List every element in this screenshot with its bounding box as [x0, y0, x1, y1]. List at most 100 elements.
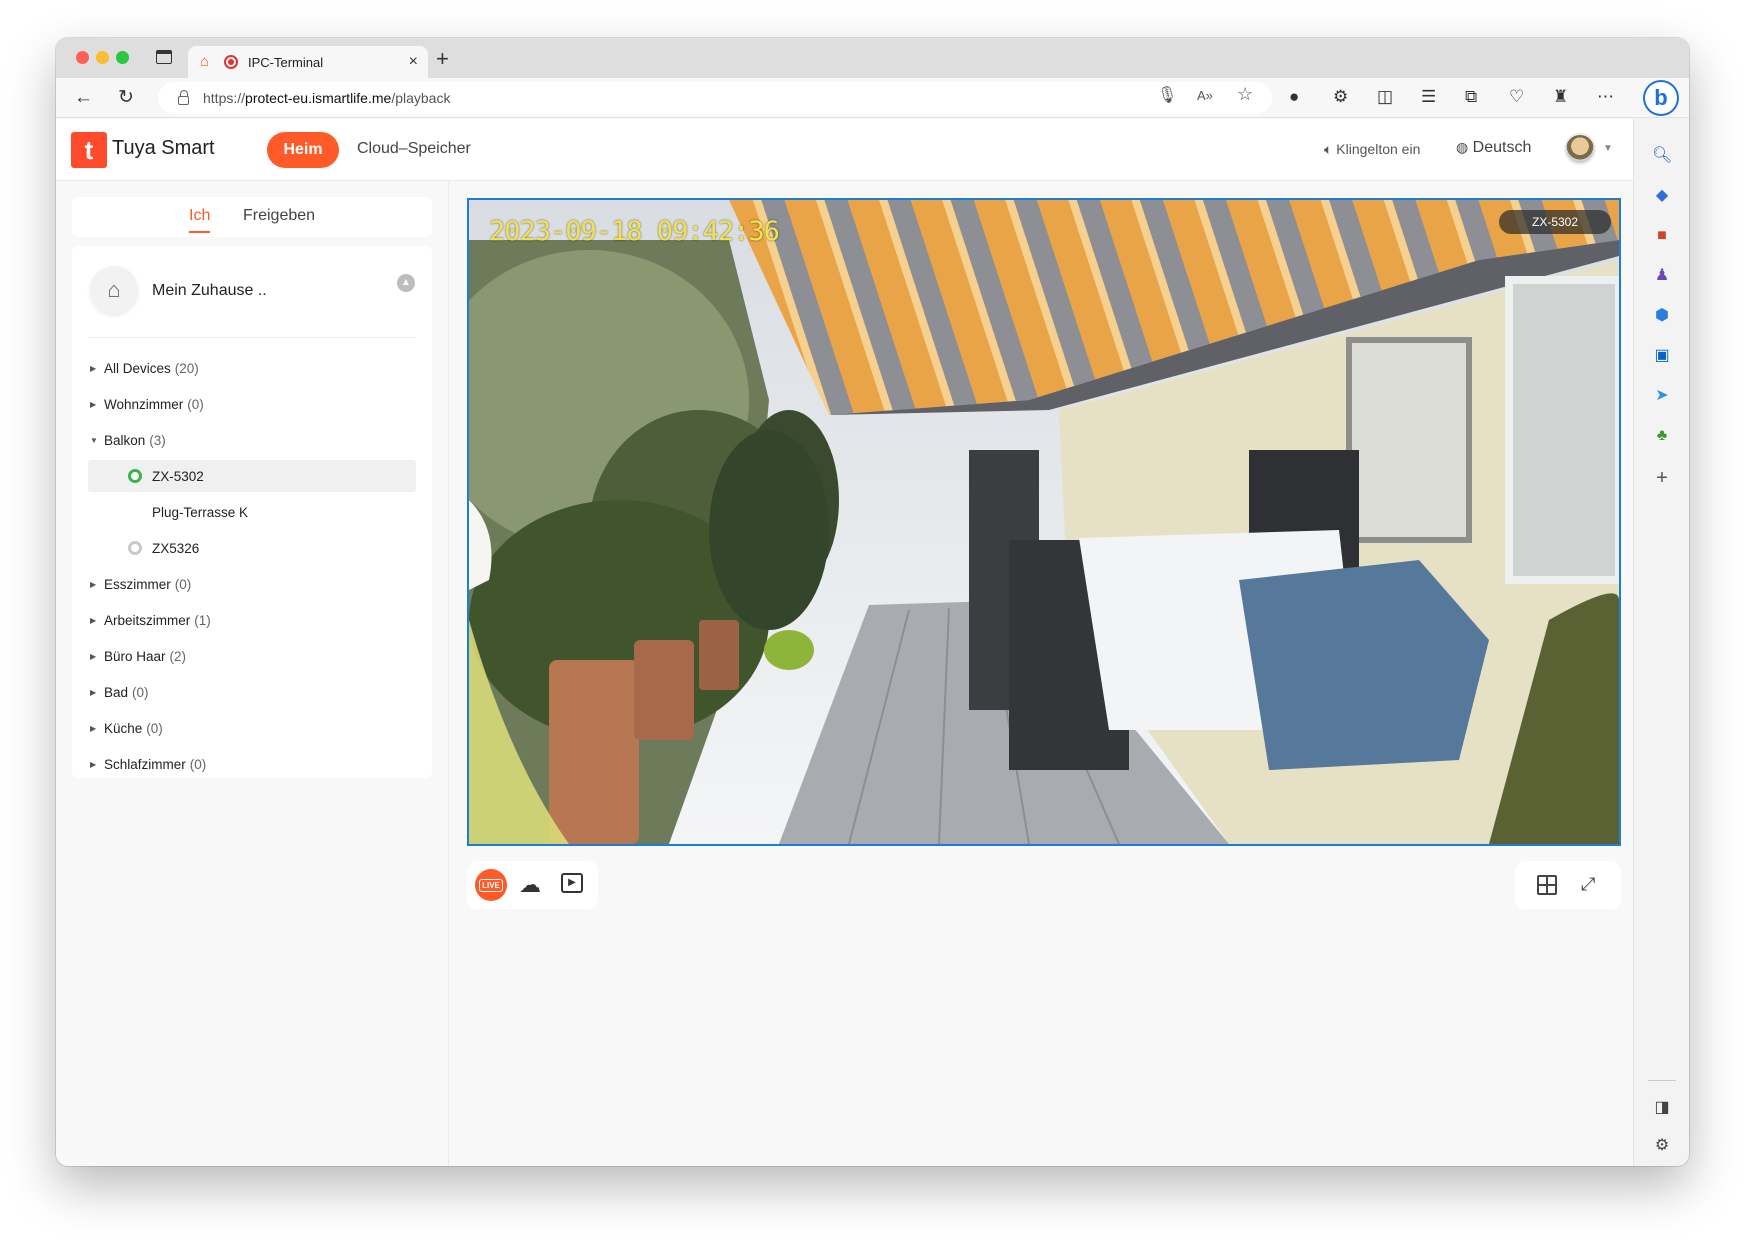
microphone-icon[interactable]: 🎙 [1157, 85, 1177, 105]
cloud-playback-icon[interactable]: ☁ [519, 871, 541, 899]
room-count: (3) [149, 432, 166, 448]
favorite-star-icon[interactable]: ☆ [1237, 84, 1253, 105]
room-label: Wohnzimmer [104, 396, 184, 412]
caret-down-icon: ▼ [90, 435, 98, 445]
reload-icon[interactable]: ↻ [118, 86, 134, 110]
room-schlafzimmer[interactable]: ▶ Schlafzimmer (0) [88, 748, 416, 780]
device-zx5326[interactable]: ZX5326 [88, 532, 416, 564]
caret-right-icon: ▶ [90, 651, 97, 661]
speaker-icon: 🔈︎ [1324, 141, 1333, 157]
url-path: /playback [391, 90, 451, 106]
read-aloud-icon[interactable]: A» [1197, 88, 1213, 103]
caret-right-icon: ▶ [90, 687, 97, 697]
zoom-window-button[interactable] [116, 51, 129, 64]
send-icon[interactable]: ➤ [1652, 386, 1672, 406]
tools-briefcase-icon[interactable]: ■ [1652, 226, 1672, 246]
profile-extension-icon[interactable]: ♜ [1553, 87, 1568, 107]
back-arrow-icon[interactable]: ← [74, 86, 93, 110]
lock-icon [178, 89, 189, 105]
live-button[interactable]: LIVE [475, 869, 507, 901]
grid-layout-icon[interactable] [1537, 875, 1557, 895]
extensions-icon[interactable]: ⚙ [1333, 87, 1348, 107]
tab-strip: ⌂ IPC-Terminal × + [56, 38, 1689, 78]
room-count: (0) [132, 684, 149, 700]
caret-right-icon: ▶ [90, 579, 97, 589]
room-count: (1) [194, 612, 211, 628]
globe-icon: ◍ [1456, 139, 1469, 155]
sidebar-toggle-icon[interactable]: ◨ [1652, 1098, 1672, 1118]
room-bad[interactable]: ▶ Bad (0) [88, 676, 416, 708]
room-count: (2) [169, 648, 187, 664]
collapse-up-icon[interactable]: ▲ [397, 274, 415, 292]
shopping-tag-icon[interactable]: ◆ [1652, 186, 1672, 206]
panel-divider [448, 181, 449, 1166]
room-buero-haar[interactable]: ▶ Büro Haar (2) [88, 640, 416, 672]
room-label: All Devices [104, 360, 171, 376]
language-selector[interactable]: ◍ Deutsch [1456, 139, 1531, 157]
tuya-logo-icon: t [71, 132, 107, 168]
room-label: Schlafzimmer [104, 756, 186, 772]
tab-me[interactable]: Ich [189, 207, 211, 233]
browser-window: ⌂ IPC-Terminal × + ← ↻ https://protect-e… [56, 38, 1689, 1166]
home-name[interactable]: Mein Zuhause .. [152, 282, 267, 300]
room-all-devices[interactable]: ▶ All Devices (20) [88, 352, 416, 384]
room-balkon[interactable]: ▼ Balkon (3) [88, 424, 416, 456]
url-host: protect-eu.ismartlife.me [245, 90, 392, 106]
device-label: Plug-Terrasse K [152, 504, 249, 520]
room-kueche[interactable]: ▶ Küche (0) [88, 712, 416, 744]
performance-icon[interactable]: ♡ [1509, 87, 1524, 107]
room-count: (0) [189, 756, 207, 772]
device-plug-terrasse[interactable]: Plug-Terrasse K [88, 496, 416, 528]
nav-home-button[interactable]: Heim [267, 132, 339, 168]
camera-frame-image [469, 200, 1619, 844]
bing-copilot-icon[interactable]: b [1645, 82, 1677, 114]
settings-gear-icon[interactable]: ⚙ [1652, 1136, 1672, 1156]
device-zx-5302[interactable]: ZX-5302 [88, 460, 416, 492]
collections-icon[interactable]: ⧉ [1465, 87, 1477, 107]
tree-icon[interactable]: ♣ [1652, 426, 1672, 446]
chevron-down-icon[interactable]: ▼ [1603, 143, 1613, 154]
room-label: Büro Haar [104, 648, 166, 664]
add-icon[interactable]: + [1652, 468, 1672, 488]
room-wohnzimmer[interactable]: ▶ Wohnzimmer (0) [88, 388, 416, 420]
search-icon[interactable]: 🔍︎ [1652, 146, 1672, 166]
active-tab[interactable]: ⌂ IPC-Terminal × [188, 46, 428, 78]
more-menu-icon[interactable]: ⋯ [1597, 87, 1614, 107]
home-favicon-icon: ⌂ [200, 53, 210, 70]
sidebar-divider [1648, 1080, 1676, 1081]
favorites-icon[interactable]: ☰ [1421, 87, 1436, 107]
device-label: ZX-5302 [152, 468, 204, 484]
tab-share[interactable]: Freigeben [243, 207, 315, 225]
office-icon[interactable]: ⬢ [1652, 306, 1672, 326]
event-message-icon[interactable]: ▶ [561, 873, 583, 893]
room-label: Bad [104, 684, 129, 700]
room-arbeitszimmer[interactable]: ▶ Arbeitszimmer (1) [88, 604, 416, 636]
games-icon[interactable]: ♟ [1652, 266, 1672, 286]
close-window-button[interactable] [76, 51, 89, 64]
split-screen-icon[interactable]: ◫ [1377, 87, 1393, 107]
address-bar[interactable]: https://protect-eu.ismartlife.me/playbac… [158, 82, 1272, 114]
camera-online-icon [128, 469, 142, 483]
room-label: Balkon [104, 432, 146, 448]
nav-cloud-storage-link[interactable]: Cloud–Speicher [357, 140, 471, 158]
camera-offline-icon [128, 541, 142, 555]
outlook-icon[interactable]: ▣ [1652, 346, 1672, 366]
ringtone-toggle[interactable]: 🔈︎ Klingelton ein [1324, 141, 1420, 158]
recording-icon [224, 55, 238, 69]
close-tab-icon[interactable]: × [409, 53, 418, 71]
camera-video-player[interactable]: 2023-09-18 09:42:36 ZX-5302 [467, 198, 1621, 846]
user-avatar[interactable] [1564, 133, 1596, 165]
minimize-window-button[interactable] [96, 51, 109, 64]
tab-actions-icon[interactable] [156, 50, 172, 64]
extension-t-icon[interactable]: ● [1289, 87, 1299, 107]
room-label: Arbeitszimmer [104, 612, 191, 628]
room-esszimmer[interactable]: ▶ Esszimmer (0) [88, 568, 416, 600]
room-label: Esszimmer [104, 576, 171, 592]
live-icon: LIVE [479, 878, 503, 892]
edge-sidebar: 🔍︎ ◆ ■ ♟ ⬢ ▣ ➤ ♣ + ◨ ⚙ [1633, 118, 1689, 1166]
caret-right-icon: ▶ [90, 723, 97, 733]
fullscreen-icon[interactable]: ⤢ [1581, 874, 1595, 895]
new-tab-button[interactable]: + [436, 46, 449, 72]
web-page: t Tuya Smart Heim Cloud–Speicher 🔈︎ Klin… [56, 119, 1633, 1166]
view-controls: ⤢ [1515, 861, 1621, 909]
